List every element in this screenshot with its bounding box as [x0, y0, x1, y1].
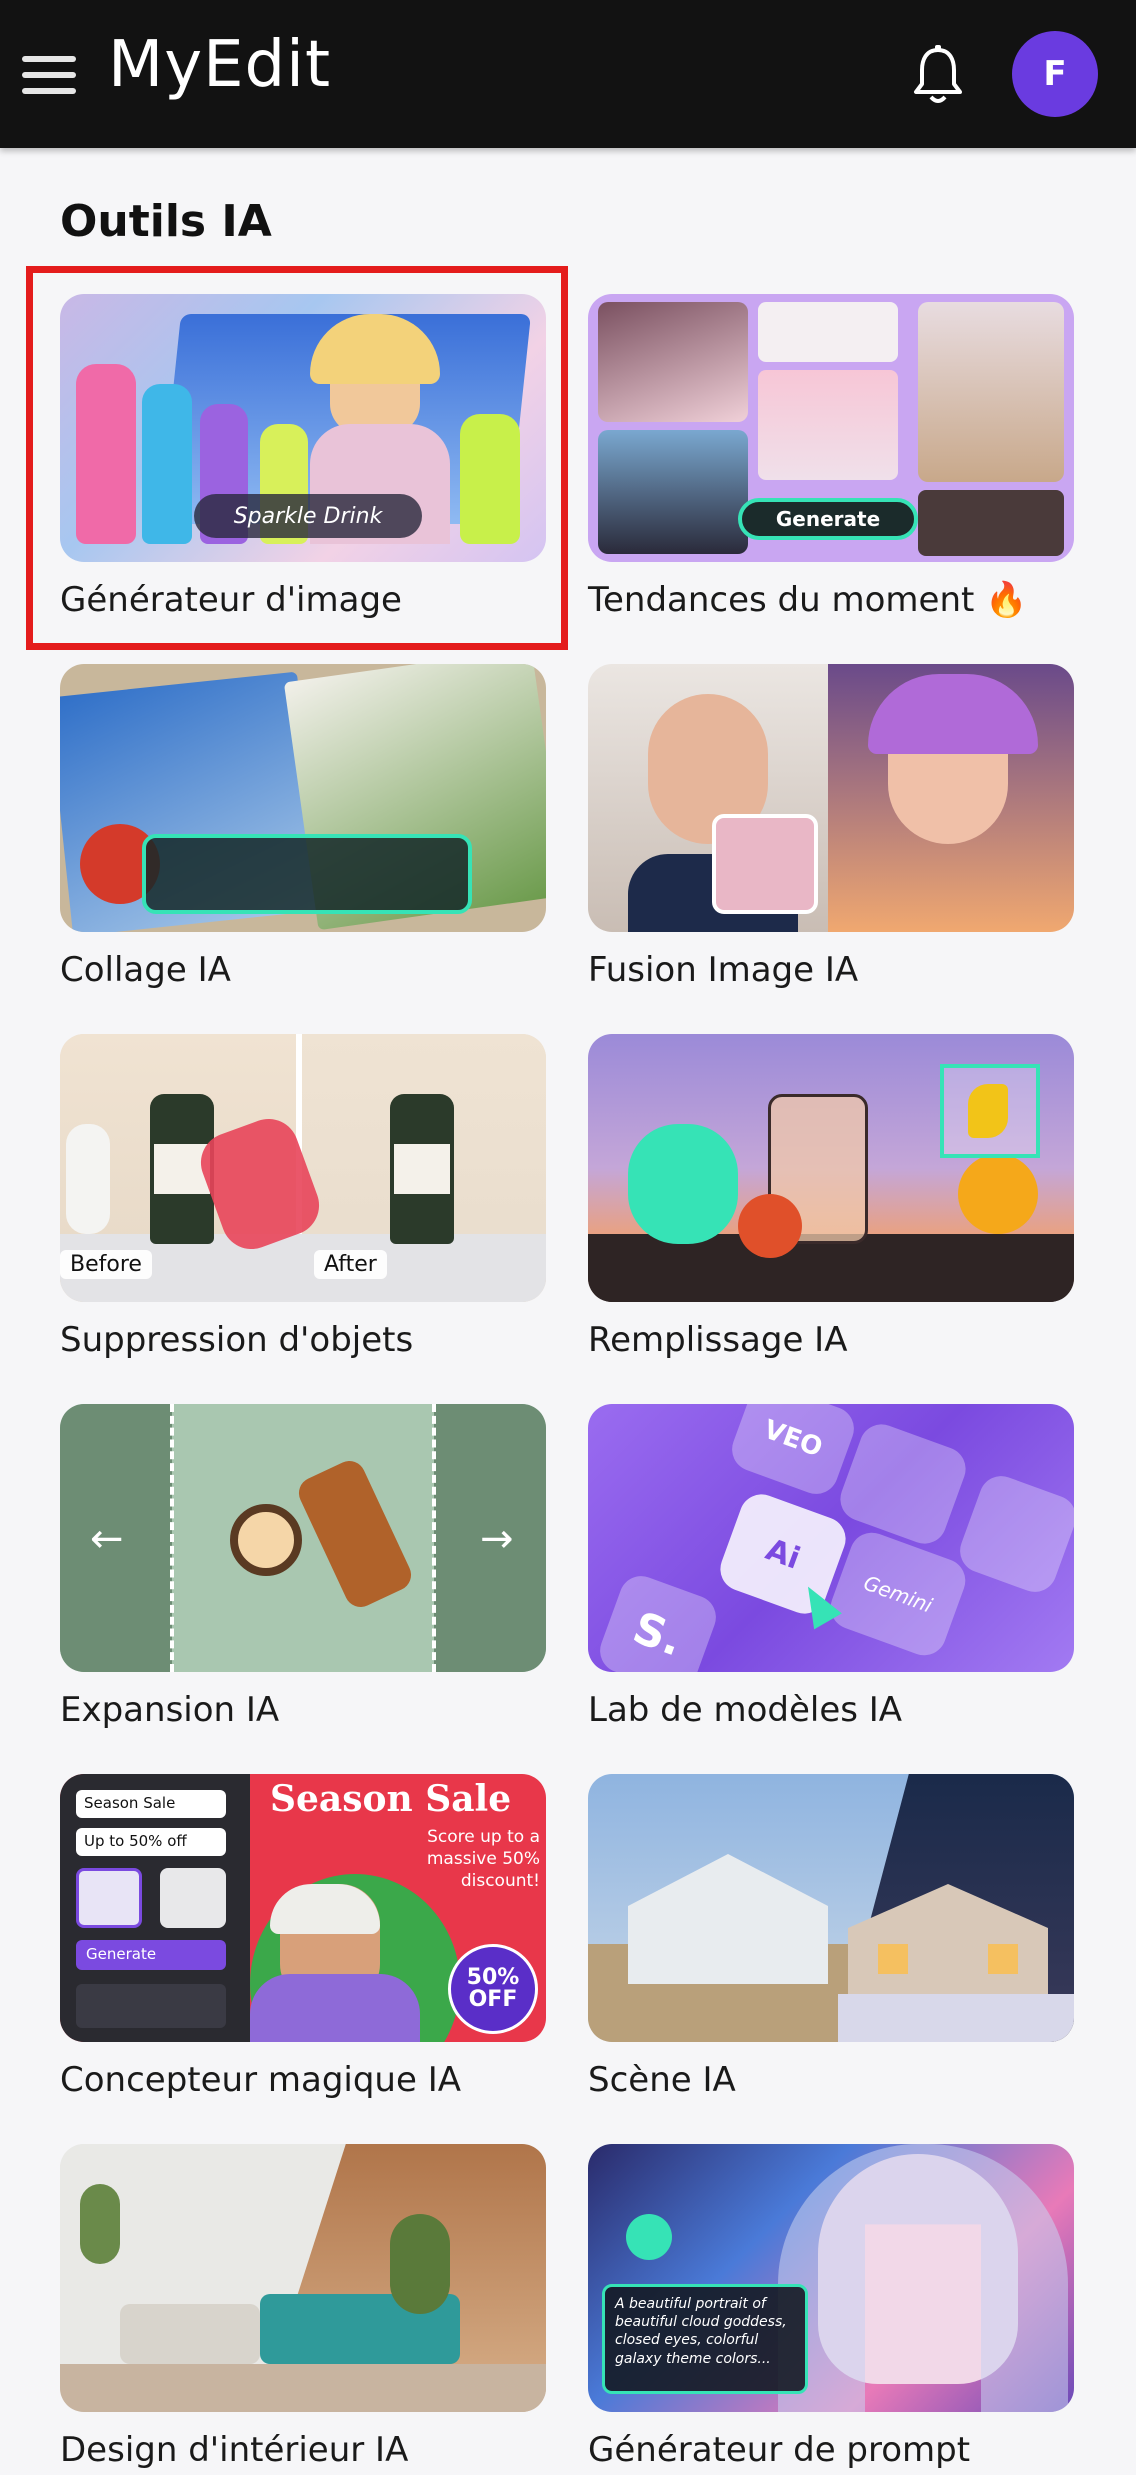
tool-label: Fusion Image IA: [588, 950, 859, 990]
tool-label: Expansion IA: [60, 1690, 280, 1730]
tool-thumbnail: VEO Ai Gemini S.: [588, 1404, 1074, 1672]
tool-card-image-generator[interactable]: Sparkle Drink Générateur d'image: [60, 294, 546, 620]
panel-field-title: Season Sale: [76, 1790, 226, 1818]
tool-label: Concepteur magique IA: [60, 2060, 461, 2100]
veo-chip: VEO: [725, 1404, 861, 1501]
tool-label: Générateur de prompt: [588, 2430, 971, 2470]
generate-button: Generate: [738, 498, 918, 540]
tool-card-interior-design[interactable]: Design d'intérieur IA: [60, 2144, 546, 2470]
tool-thumbnail: Generate: [588, 294, 1074, 562]
tool-thumbnail: [60, 664, 546, 932]
bell-icon[interactable]: [910, 44, 966, 106]
tool-label: Générateur d'image: [60, 580, 402, 620]
after-tag: After: [314, 1250, 387, 1279]
tool-thumbnail: [588, 1034, 1074, 1302]
tool-card-generative-fill[interactable]: Remplissage IA: [588, 1034, 1074, 1360]
top-bar: MyEdit F: [0, 0, 1136, 148]
tool-thumbnail: ← →: [60, 1404, 546, 1672]
tool-label: Remplissage IA: [588, 1320, 848, 1360]
arrow-left-icon: ←: [90, 1516, 124, 1562]
tool-card-model-lab[interactable]: VEO Ai Gemini S. Lab de modèles IA: [588, 1404, 1074, 1730]
arrow-right-icon: →: [480, 1516, 514, 1562]
tool-thumbnail: Before After: [60, 1034, 546, 1302]
panel-generate-button: Generate: [76, 1940, 226, 1970]
before-tag: Before: [60, 1250, 152, 1279]
tool-label: Lab de modèles IA: [588, 1690, 903, 1730]
app-logo[interactable]: MyEdit: [108, 28, 331, 102]
prompt-text: A beautiful portrait of beautiful cloud …: [602, 2284, 808, 2394]
section-title: Outils IA: [60, 196, 272, 247]
tool-label: Suppression d'objets: [60, 1320, 414, 1360]
tool-card-prompt-generator[interactable]: A beautiful portrait of beautiful cloud …: [588, 2144, 1074, 2470]
tool-label: Scène IA: [588, 2060, 736, 2100]
s-chip: S.: [593, 1569, 723, 1672]
tool-card-collage[interactable]: Collage IA: [60, 664, 546, 990]
tool-badge: Sparkle Drink: [194, 494, 422, 538]
tool-thumbnail: [588, 1774, 1074, 2042]
discount-badge: 50% OFF: [448, 1944, 538, 2034]
promo-headline: Season Sale: [270, 1778, 512, 1820]
tool-card-magic-designer[interactable]: Season Sale Up to 50% off Generate Seaso…: [60, 1774, 546, 2100]
tool-card-image-fusion[interactable]: Fusion Image IA: [588, 664, 1074, 990]
tool-label: Tendances du moment 🔥: [588, 580, 1028, 620]
tool-label: Collage IA: [60, 950, 231, 990]
tool-thumbnail: A beautiful portrait of beautiful cloud …: [588, 2144, 1074, 2412]
tool-thumbnail: Sparkle Drink: [60, 294, 546, 562]
promo-subtext: Score up to a massive 50% discount!: [426, 1827, 540, 1892]
tool-thumbnail: Season Sale Up to 50% off Generate Seaso…: [60, 1774, 546, 2042]
tool-card-trends[interactable]: Generate Tendances du moment 🔥: [588, 294, 1074, 620]
tool-card-expansion[interactable]: ← → Expansion IA: [60, 1404, 546, 1730]
tool-thumbnail: [588, 664, 1074, 932]
tool-card-scene[interactable]: Scène IA: [588, 1774, 1074, 2100]
gemini-chip: Gemini: [824, 1526, 972, 1662]
tool-label: Design d'intérieur IA: [60, 2430, 409, 2470]
tool-card-object-removal[interactable]: Before After Suppression d'objets: [60, 1034, 546, 1360]
menu-icon[interactable]: [22, 56, 76, 94]
tool-thumbnail: [60, 2144, 546, 2412]
user-avatar[interactable]: F: [1012, 31, 1098, 117]
panel-field-subtitle: Up to 50% off: [76, 1828, 226, 1856]
